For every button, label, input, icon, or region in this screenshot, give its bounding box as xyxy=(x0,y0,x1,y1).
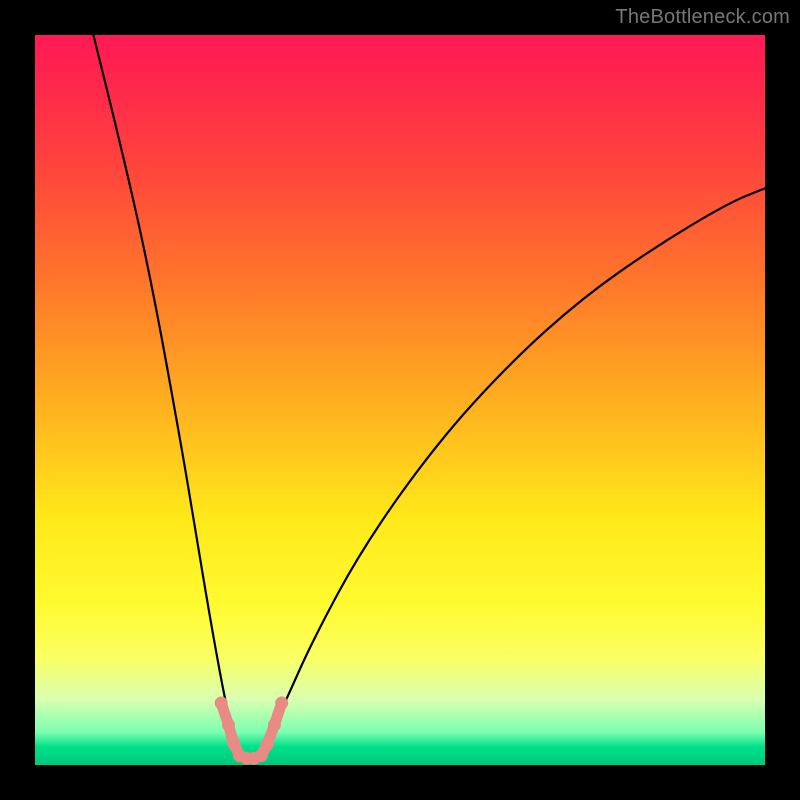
curve-layer xyxy=(35,35,765,765)
plot-area xyxy=(35,35,765,765)
watermark-text: TheBottleneck.com xyxy=(615,6,790,29)
trough-marker-dot xyxy=(268,718,281,731)
trough-marker-dot xyxy=(227,737,240,750)
trough-marker-dot xyxy=(275,697,288,710)
bottleneck-curve xyxy=(93,35,765,758)
trough-marker-dot xyxy=(222,718,235,731)
trough-marker-dot xyxy=(261,738,274,751)
chart-frame: TheBottleneck.com xyxy=(0,0,800,800)
trough-markers xyxy=(215,697,289,765)
trough-marker-dot xyxy=(215,697,228,710)
